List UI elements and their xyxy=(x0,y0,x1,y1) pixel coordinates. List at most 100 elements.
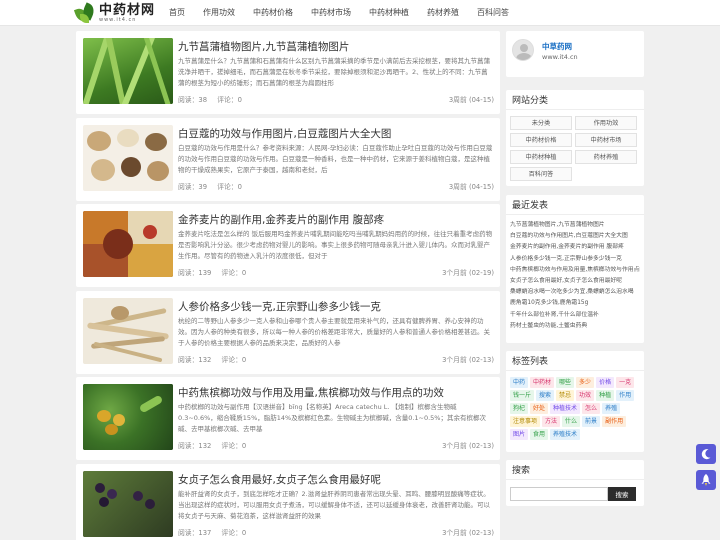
post-thumbnail[interactable] xyxy=(83,471,173,537)
tag-link[interactable]: 一克 xyxy=(616,377,635,388)
widget-title: 最近发表 xyxy=(506,195,644,215)
post-excerpt: 能补肝益肾的女贞子，到底怎样吃才正确？2.滋肾益肝养阴司患者常出现头晕、耳鸣、腰… xyxy=(178,490,490,520)
post-title[interactable]: 九节菖蒲植物图片,九节菖蒲植物图片 xyxy=(178,39,494,54)
post-meta: 阅读：39 评论：0 3周前 (04-15) xyxy=(178,181,494,191)
author-site: www.it4.cn xyxy=(542,53,578,61)
category-link[interactable]: 中药材市场 xyxy=(575,133,637,147)
moon-icon xyxy=(701,449,711,460)
recent-post-link[interactable]: 桑螵蛸泡水喝一次吃多少为宜,桑螵蛸怎么泡水喝 xyxy=(510,287,640,298)
post-card: 白豆蔻的功效与作用图片,白豆蔻图片大全大图 白豆蔻的功效与作用是什么？参考资料来… xyxy=(76,118,500,201)
post-card: 人参价格多少钱一克,正宗野山参多少钱一克 杭纶的二等野山人参多少一克人参和山参哪… xyxy=(76,291,500,374)
category-link[interactable]: 作用功效 xyxy=(575,116,637,130)
post-views: 阅读：132 xyxy=(178,356,212,364)
tag-link[interactable]: 食用 xyxy=(530,429,549,440)
main-nav: 首页 作用功效 中药材价格 中药材市场 中药材种植 药材养殖 百科问答 xyxy=(160,0,518,26)
post-thumbnail[interactable] xyxy=(83,384,173,450)
recent-post-link[interactable]: 九节菖蒲植物图片,九节菖蒲植物图片 xyxy=(510,220,640,231)
tag-link[interactable]: 禁忌 xyxy=(556,390,575,401)
recent-post-link[interactable]: 金荞麦片的副作用,金荞麦片的副作用 腹部疼 xyxy=(510,242,640,253)
tag-link[interactable]: 价格 xyxy=(596,377,615,388)
post-views: 阅读：38 xyxy=(178,96,208,104)
post-date: 3周前 (04-15) xyxy=(448,96,494,104)
nav-planting[interactable]: 中药材种植 xyxy=(360,0,418,26)
post-date: 3个月前 (02-19) xyxy=(442,269,494,277)
nav-home[interactable]: 首页 xyxy=(160,0,194,26)
category-link[interactable]: 药材养殖 xyxy=(575,150,637,164)
post-meta: 阅读：132 评论：0 3个月前 (02-13) xyxy=(178,440,494,450)
nav-market[interactable]: 中药材市场 xyxy=(302,0,360,26)
post-card: 九节菖蒲植物图片,九节菖蒲植物图片 九节菖蒲是什么？九节菖蒲和石菖蒲有什么区别九… xyxy=(76,31,500,114)
tag-link[interactable]: 哪些 xyxy=(556,377,575,388)
post-date: 3周前 (04-15) xyxy=(448,183,494,191)
post-thumbnail[interactable] xyxy=(83,298,173,364)
tag-link[interactable]: 中药 xyxy=(510,377,529,388)
nav-efficacy[interactable]: 作用功效 xyxy=(194,0,244,26)
post-title[interactable]: 女贞子怎么食用最好,女贞子怎么食用最好呢 xyxy=(178,472,494,487)
post-meta: 阅读：38 评论：0 3周前 (04-15) xyxy=(178,94,494,104)
tag-link[interactable]: 图片 xyxy=(510,429,529,440)
nav-price[interactable]: 中药材价格 xyxy=(244,0,302,26)
post-thumbnail[interactable] xyxy=(83,125,173,191)
post-card: 中药焦槟榔功效与作用及用量,焦槟榔功效与作用点的功效 中药槟榔的功效与副作用【汉… xyxy=(76,377,500,460)
post-title[interactable]: 金荞麦片的副作用,金荞麦片的副作用 腹部疼 xyxy=(178,212,494,227)
recent-post-link[interactable]: 女贞子怎么食用最好,女贞子怎么食用最好呢 xyxy=(510,276,640,287)
post-comments: 评论：0 xyxy=(217,183,242,191)
tag-link[interactable]: 方法 xyxy=(542,416,561,427)
recent-post-link[interactable]: 白豆蔻的功效与作用图片,白豆蔻图片大全大图 xyxy=(510,231,640,242)
nav-breeding[interactable]: 药材养殖 xyxy=(418,0,468,26)
post-title[interactable]: 人参价格多少钱一克,正宗野山参多少钱一克 xyxy=(178,299,494,314)
recent-post-link[interactable]: 人参价格多少钱一克,正宗野山参多少钱一克 xyxy=(510,254,640,265)
search-form: 搜索 xyxy=(510,487,636,501)
post-comments: 评论：0 xyxy=(221,356,247,364)
search-widget: 搜索 搜索 xyxy=(506,460,644,506)
category-link[interactable]: 百科问答 xyxy=(510,167,572,181)
recent-post-link[interactable]: 药材土鳖虫的功能,土鳖虫药典 xyxy=(510,321,640,332)
logo-url: www.it4.cn xyxy=(99,16,137,23)
tag-link[interactable]: 狗杞 xyxy=(510,403,529,414)
site-logo[interactable]: 中药材网 www.it4.cn xyxy=(73,1,159,25)
category-link[interactable]: 未分类 xyxy=(510,116,572,130)
tag-link[interactable]: 副作用 xyxy=(602,416,627,427)
post-date: 3个月前 (02-13) xyxy=(442,529,494,537)
tag-link[interactable]: 中药材 xyxy=(530,377,555,388)
recent-post-link[interactable]: 中药焦槟榔功效与作用及用量,焦槟榔功效与作用点的功效 xyxy=(510,265,640,276)
tag-link[interactable]: 怎么 xyxy=(582,403,601,414)
avatar[interactable] xyxy=(512,39,534,61)
recent-post-link[interactable]: 鹿角霜10克多少钱,鹿角霜15g xyxy=(510,298,640,309)
tag-link[interactable]: 什么 xyxy=(562,416,581,427)
tag-link[interactable]: 种植 xyxy=(596,390,615,401)
post-comments: 评论：0 xyxy=(221,269,247,277)
post-title[interactable]: 白豆蔻的功效与作用图片,白豆蔻图片大全大图 xyxy=(178,126,494,141)
tag-link[interactable]: 作用 xyxy=(616,390,635,401)
widget-title: 标签列表 xyxy=(506,351,644,371)
tags-widget: 标签列表 中药 中药材 哪些 多少 价格 一克 钱一斤 搜索 禁忌 功效 种植 … xyxy=(506,351,644,452)
tag-link[interactable]: 种植技术 xyxy=(550,403,581,414)
tag-link[interactable]: 功效 xyxy=(576,390,595,401)
post-card: 女贞子怎么食用最好,女贞子怎么食用最好呢 能补肝益肾的女贞子，到底怎样吃才正确？… xyxy=(76,464,500,540)
nav-qa[interactable]: 百科问答 xyxy=(468,0,518,26)
post-title[interactable]: 中药焦槟榔功效与作用及用量,焦槟榔功效与作用点的功效 xyxy=(178,385,494,400)
post-views: 阅读：139 xyxy=(178,269,212,277)
dark-mode-toggle[interactable] xyxy=(696,444,716,464)
back-to-top-button[interactable] xyxy=(696,470,716,490)
search-button[interactable]: 搜索 xyxy=(608,487,636,501)
post-comments: 评论：0 xyxy=(221,529,247,537)
rocket-icon xyxy=(701,474,711,486)
tag-link[interactable]: 好处 xyxy=(530,403,549,414)
search-input[interactable] xyxy=(510,487,608,501)
tag-link[interactable]: 多少 xyxy=(576,377,595,388)
tag-link[interactable]: 搜索 xyxy=(536,390,555,401)
post-excerpt: 白豆蔻的功效与作用是什么？参考资料来源：人民网-孕妇必读：白豆蔻作助止孕吐白豆蔻… xyxy=(178,144,493,174)
post-thumbnail[interactable] xyxy=(83,211,173,277)
category-link[interactable]: 中药材价格 xyxy=(510,133,572,147)
tag-link[interactable]: 养殖 xyxy=(602,403,621,414)
author-name[interactable]: 中草药网 xyxy=(542,41,572,52)
tag-link[interactable]: 钱一斤 xyxy=(510,390,535,401)
recent-post-link[interactable]: 千年什么部位补肾,千什么部位温补 xyxy=(510,310,640,321)
tag-link[interactable]: 前景 xyxy=(582,416,601,427)
post-comments: 评论：0 xyxy=(221,442,247,450)
category-link[interactable]: 中药材种植 xyxy=(510,150,572,164)
tag-link[interactable]: 养殖技术 xyxy=(550,429,581,440)
tag-link[interactable]: 注意事项 xyxy=(510,416,541,427)
post-thumbnail[interactable] xyxy=(83,38,173,104)
